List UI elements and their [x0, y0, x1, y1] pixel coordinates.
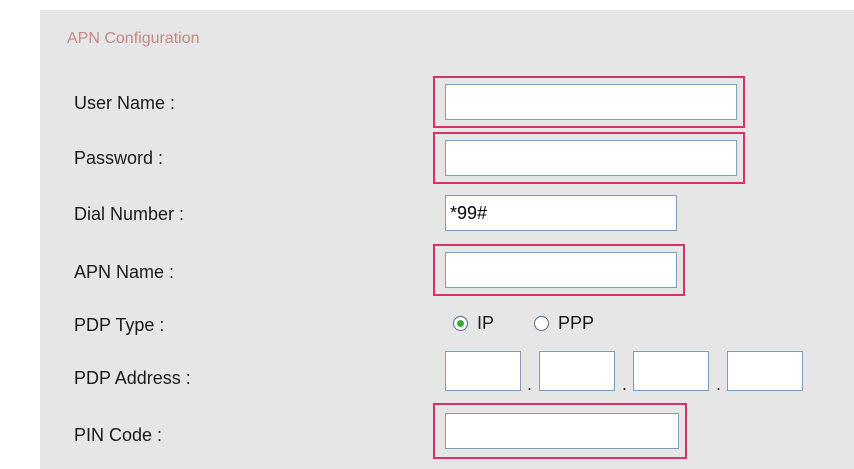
pdp-type-label: PDP Type :: [74, 315, 165, 335]
pin-code-label: PIN Code :: [74, 425, 163, 445]
password-label: Password :: [74, 148, 164, 168]
pdp-address-separator: .: [716, 374, 722, 394]
pdp-type-option-ppp[interactable]: PPP: [534, 313, 594, 334]
apn-name-input[interactable]: [445, 252, 677, 288]
pdp-address-label: PDP Address :: [74, 368, 191, 388]
pin-code-input[interactable]: [445, 413, 679, 449]
pdp-address-separator: .: [622, 374, 628, 394]
ip-option-label: IP: [477, 313, 495, 333]
ppp-option-label: PPP: [558, 313, 595, 333]
pdp-type-option-ip[interactable]: IP: [453, 313, 494, 334]
dial-number-input[interactable]: [445, 195, 677, 231]
pdp-address-octet-4[interactable]: [727, 351, 803, 391]
pdp-address-octet-2[interactable]: [539, 351, 615, 391]
ppp-radio-icon[interactable]: [534, 316, 550, 331]
password-input[interactable]: [445, 140, 737, 176]
dial-number-label: Dial Number :: [74, 204, 185, 224]
ip-radio-icon[interactable]: [453, 316, 468, 331]
user-name-label: User Name :: [74, 93, 176, 113]
pdp-type-radio-group: IP PPP: [453, 313, 594, 334]
pdp-address-octet-1[interactable]: [445, 351, 521, 391]
apn-name-label: APN Name :: [74, 262, 175, 282]
pdp-address-octet-3[interactable]: [633, 351, 709, 391]
pdp-address-separator: .: [527, 374, 533, 394]
section-title: APN Configuration: [67, 30, 200, 47]
user-name-input[interactable]: [445, 84, 737, 120]
